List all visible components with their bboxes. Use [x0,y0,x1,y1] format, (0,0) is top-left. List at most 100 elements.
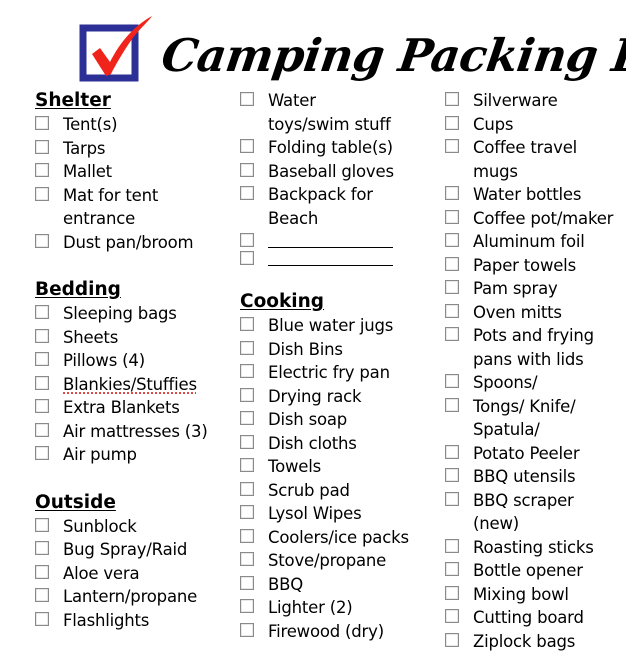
checkbox[interactable] [445,280,459,294]
list-item[interactable]: Water toys/swim stuff [240,89,440,136]
list-item-blank[interactable] [240,230,440,248]
checkbox[interactable] [445,92,459,106]
checkbox[interactable] [35,565,49,579]
checkbox[interactable] [35,187,49,201]
checkbox[interactable] [240,505,254,519]
checkbox[interactable] [445,609,459,623]
list-item[interactable]: Tarps [35,137,235,161]
list-item[interactable]: Drying rack [240,385,440,409]
list-item[interactable]: Air mattresses (3) [35,420,235,444]
list-item[interactable]: Mallet [35,160,235,184]
list-item[interactable]: Silverware [445,89,626,113]
list-item[interactable]: Backpack for Beach [240,183,440,230]
checkbox[interactable] [445,374,459,388]
checkbox[interactable] [240,341,254,355]
list-item[interactable]: Towels [240,455,440,479]
checkbox[interactable] [35,376,49,390]
checkbox[interactable] [240,435,254,449]
checkbox[interactable] [445,186,459,200]
checkbox[interactable] [35,446,49,460]
checkbox[interactable] [240,529,254,543]
checkbox[interactable] [35,423,49,437]
list-item[interactable]: Cups [445,113,626,137]
checkbox[interactable] [240,388,254,402]
checkbox[interactable] [445,586,459,600]
checkbox[interactable] [445,398,459,412]
list-item[interactable]: BBQ [240,573,440,597]
list-item[interactable]: Blankies/Stuffies [35,373,235,397]
list-item[interactable]: Tongs/ Knife/ Spatula/ [445,395,626,442]
checkbox[interactable] [240,623,254,637]
checkbox[interactable] [445,468,459,482]
list-item[interactable]: Lantern/propane [35,585,235,609]
list-item[interactable]: Cutting board [445,606,626,630]
list-item[interactable]: Lighter (2) [240,596,440,620]
list-item[interactable]: Aluminum foil [445,230,626,254]
checkbox[interactable] [445,492,459,506]
checkbox[interactable] [240,552,254,566]
checkbox[interactable] [445,633,459,647]
list-item[interactable]: Potato Peeler [445,442,626,466]
checkbox[interactable] [445,562,459,576]
list-item[interactable]: BBQ scraper (new) [445,489,626,536]
list-item[interactable]: Oven mitts [445,301,626,325]
checkbox[interactable] [35,305,49,319]
checkbox[interactable] [240,599,254,613]
list-item[interactable]: Pam spray [445,277,626,301]
checkbox[interactable] [445,257,459,271]
list-item[interactable]: Bottle opener [445,559,626,583]
list-item[interactable]: Flashlights [35,609,235,633]
list-item[interactable]: Dish cloths [240,432,440,456]
blank-write-in-line[interactable] [268,248,393,266]
list-item[interactable]: Baseball gloves [240,160,440,184]
checkbox[interactable] [35,163,49,177]
list-item[interactable]: Dish soap [240,408,440,432]
list-item[interactable]: Sheets [35,326,235,350]
list-item[interactable]: Lysol Wipes [240,502,440,526]
checkbox[interactable] [240,92,254,106]
checkbox[interactable] [240,317,254,331]
list-item[interactable]: Ziplock bags [445,630,626,653]
list-item[interactable]: Scrub pad [240,479,440,503]
checkbox[interactable] [35,541,49,555]
list-item[interactable]: Blue water jugs [240,314,440,338]
list-item[interactable]: Electric fry pan [240,361,440,385]
checkbox[interactable] [240,251,254,265]
list-item-blank[interactable] [240,248,440,266]
list-item[interactable]: Sleeping bags [35,302,235,326]
list-item[interactable]: Firewood (dry) [240,620,440,644]
list-item[interactable]: Air pump [35,443,235,467]
checkbox[interactable] [240,482,254,496]
list-item[interactable]: Roasting sticks [445,536,626,560]
list-item[interactable]: Dust pan/broom [35,231,235,255]
checkbox[interactable] [445,233,459,247]
checkbox[interactable] [35,329,49,343]
list-item[interactable]: Mat for tent entrance [35,184,235,231]
checkbox[interactable] [35,140,49,154]
checkbox[interactable] [240,411,254,425]
list-item[interactable]: BBQ utensils [445,465,626,489]
list-item[interactable]: Pots and frying pans with lids [445,324,626,371]
checkbox[interactable] [445,445,459,459]
list-item[interactable]: Bug Spray/Raid [35,538,235,562]
list-item[interactable]: Paper towels [445,254,626,278]
checkbox[interactable] [445,210,459,224]
checkbox[interactable] [35,399,49,413]
checkbox[interactable] [35,518,49,532]
list-item[interactable]: Coffee pot/maker [445,207,626,231]
list-item[interactable]: Coolers/ice packs [240,526,440,550]
checkbox[interactable] [445,327,459,341]
list-item[interactable]: Sunblock [35,515,235,539]
checkbox[interactable] [240,233,254,247]
list-item[interactable]: Aloe vera [35,562,235,586]
checkbox[interactable] [240,163,254,177]
checkbox[interactable] [240,364,254,378]
checkbox[interactable] [445,116,459,130]
checkbox[interactable] [240,186,254,200]
list-item[interactable]: Spoons/ [445,371,626,395]
list-item[interactable]: Folding table(s) [240,136,440,160]
checkbox[interactable] [35,352,49,366]
list-item[interactable]: Extra Blankets [35,396,235,420]
list-item[interactable]: Water bottles [445,183,626,207]
checkbox[interactable] [445,539,459,553]
